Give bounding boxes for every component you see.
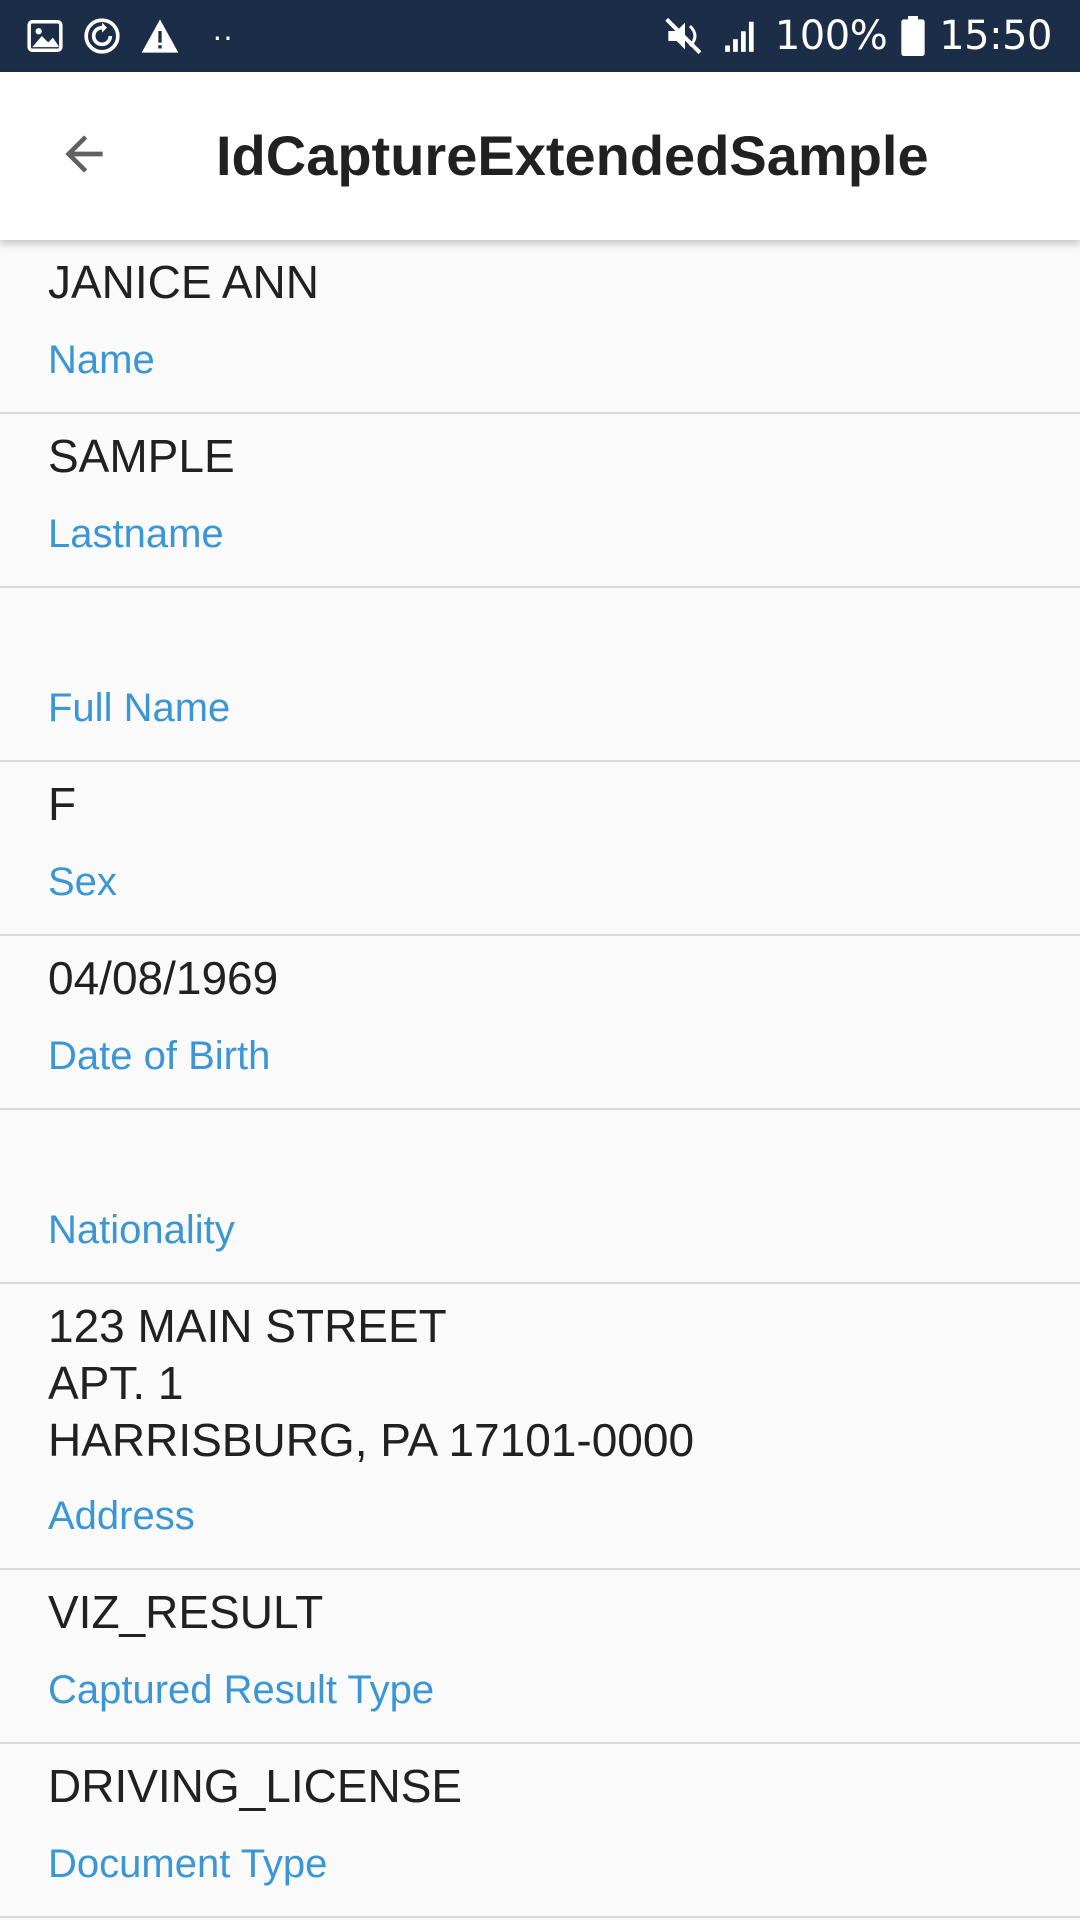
app-title: IdCaptureExtendedSample (216, 124, 929, 187)
field-row-address: 123 MAIN STREET APT. 1 HARRISBURG, PA 17… (0, 1284, 1080, 1570)
mute-icon (663, 16, 707, 56)
field-value: 04/08/1969 (48, 952, 279, 1004)
clock: 15:50 (939, 13, 1052, 59)
signal-icon (721, 17, 761, 55)
battery-level: 100% (774, 13, 888, 59)
result-list: JANICE ANN Name SAMPLE Lastname Full Nam… (0, 240, 1080, 1918)
field-label: Date of Birth (48, 1034, 271, 1078)
battery-icon (901, 16, 925, 56)
back-button[interactable] (40, 112, 128, 200)
field-value: SAMPLE (48, 430, 235, 482)
field-label: Document Type (48, 1842, 328, 1886)
image-icon (26, 17, 64, 55)
field-row-full-name: Full Name (0, 588, 1080, 762)
app-bar: IdCaptureExtendedSample (0, 72, 1080, 240)
warning-icon (140, 17, 180, 55)
field-label: Full Name (48, 686, 231, 730)
status-right-icons: 100% 15:50 (663, 0, 1052, 72)
field-value: JANICE ANN (48, 256, 319, 308)
field-label: Sex (48, 860, 117, 904)
field-label: Nationality (48, 1208, 235, 1252)
field-value: VIZ_RESULT (48, 1586, 324, 1638)
field-row-nationality: Nationality (0, 1110, 1080, 1284)
field-row-sex: F Sex (0, 762, 1080, 936)
field-label: Captured Result Type (48, 1668, 435, 1712)
arrow-left-icon (56, 126, 112, 187)
field-label: Address (48, 1494, 195, 1538)
sync-icon (82, 16, 122, 56)
notification-dots: ·· (212, 17, 234, 54)
field-label: Lastname (48, 512, 224, 556)
field-row-document-type: DRIVING_LICENSE Document Type (0, 1744, 1080, 1918)
field-row-date-of-birth: 04/08/1969 Date of Birth (0, 936, 1080, 1110)
field-value: DRIVING_LICENSE (48, 1760, 463, 1812)
status-bar: ·· 100% 15:50 (0, 0, 1080, 72)
field-row-name: JANICE ANN Name (0, 240, 1080, 414)
field-row-lastname: SAMPLE Lastname (0, 414, 1080, 588)
field-value: 123 MAIN STREET APT. 1 HARRISBURG, PA 17… (48, 1300, 695, 1466)
field-value: F (48, 778, 77, 830)
status-left-icons: ·· (26, 0, 233, 72)
field-row-captured-result-type: VIZ_RESULT Captured Result Type (0, 1570, 1080, 1744)
field-label: Name (48, 338, 155, 382)
